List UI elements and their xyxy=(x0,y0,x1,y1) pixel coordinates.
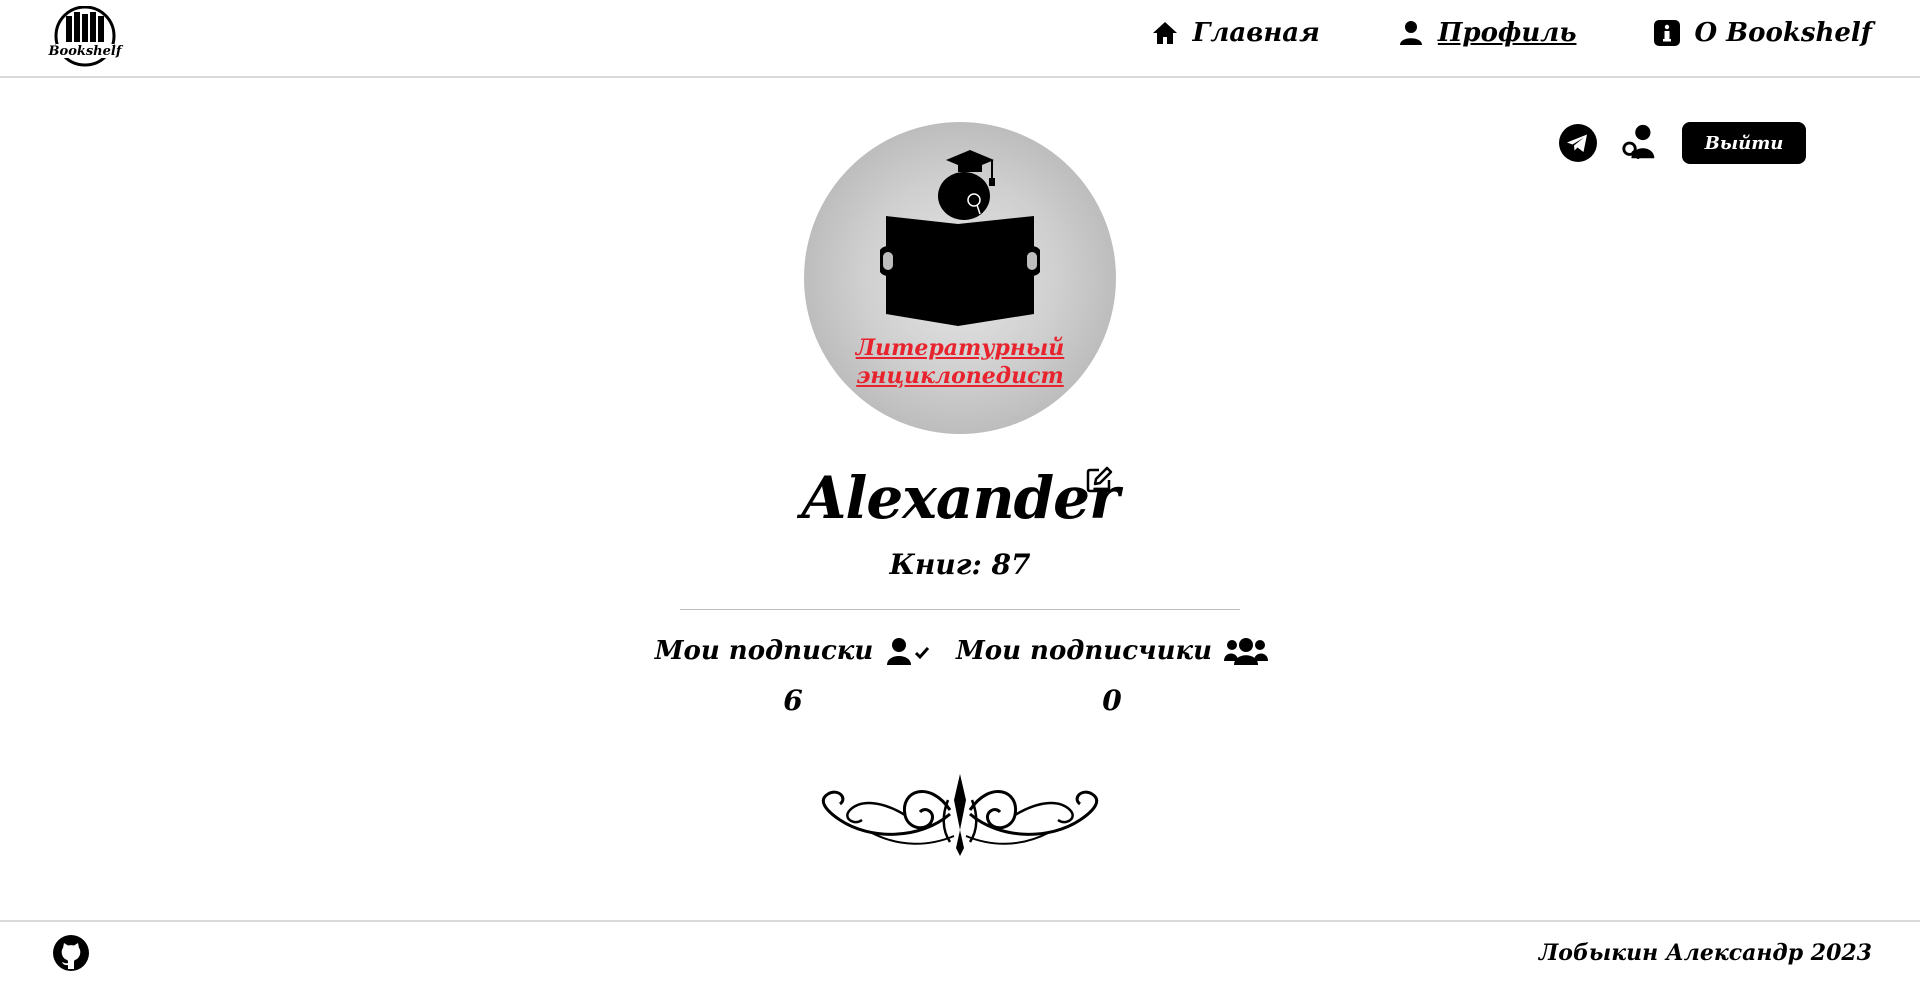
info-icon xyxy=(1652,18,1682,48)
find-users-button[interactable] xyxy=(1620,123,1660,163)
home-icon xyxy=(1150,18,1180,48)
username: Alexander xyxy=(801,464,1119,532)
footer-copyright: Лобыкин Александр 2023 xyxy=(1538,940,1872,966)
user-check-icon xyxy=(885,637,931,665)
github-icon[interactable] xyxy=(52,934,90,972)
followers-stat: Мои подписчики 0 xyxy=(956,636,1269,717)
telegram-button[interactable] xyxy=(1558,123,1598,163)
nav-about-label: О Bookshelf xyxy=(1694,18,1872,48)
nav-item-about[interactable]: О Bookshelf xyxy=(1652,18,1872,48)
rank-line-1: Литературный xyxy=(855,335,1065,361)
rank-title[interactable]: Литературный энциклопедист xyxy=(804,334,1116,390)
edit-icon[interactable] xyxy=(1085,466,1113,494)
logo-text: Bookshelf xyxy=(48,44,122,59)
ornament-divider-icon xyxy=(810,770,1110,860)
subscriptions-link[interactable]: Мои подписки xyxy=(655,636,932,666)
reader-rank-icon xyxy=(880,150,1040,326)
books-count: 87 xyxy=(991,548,1031,581)
nav-profile-label: Профиль xyxy=(1437,18,1577,48)
followers-count: 0 xyxy=(1102,684,1122,717)
followers-label: Мои подписчики xyxy=(955,636,1213,666)
rank-line-2: энциклопедист xyxy=(856,363,1064,389)
profile-avatar: Литературный энциклопедист xyxy=(804,122,1116,434)
books-label: Книг: xyxy=(889,548,982,581)
users-group-icon xyxy=(1224,637,1269,665)
nav-item-home[interactable]: Главная xyxy=(1150,18,1320,48)
subscriptions-stat: Мои подписки 6 xyxy=(655,636,930,717)
profile-divider xyxy=(680,609,1240,610)
main-nav: Главная Профиль О Bookshelf xyxy=(1074,18,1872,48)
subscriptions-label: Мои подписки xyxy=(654,636,874,666)
logout-button[interactable]: Выйти xyxy=(1682,122,1806,164)
subscriptions-count: 6 xyxy=(783,684,803,717)
page-footer: Лобыкин Александр 2023 xyxy=(0,920,1920,981)
bookshelf-logo[interactable]: Bookshelf xyxy=(48,5,122,68)
followers-link[interactable]: Мои подписчики xyxy=(955,636,1269,666)
books-count-row: Книг: 87 xyxy=(0,548,1920,581)
profile-actions: Выйти xyxy=(1558,122,1806,164)
telegram-icon xyxy=(1559,124,1597,162)
user-icon xyxy=(1396,18,1426,48)
username-row: Alexander xyxy=(0,464,1920,532)
top-header: Bookshelf Главная Профиль О Bookshelf xyxy=(0,0,1920,78)
nav-home-label: Главная xyxy=(1192,18,1320,48)
nav-item-profile[interactable]: Профиль xyxy=(1396,18,1577,48)
user-search-icon xyxy=(1622,124,1655,159)
